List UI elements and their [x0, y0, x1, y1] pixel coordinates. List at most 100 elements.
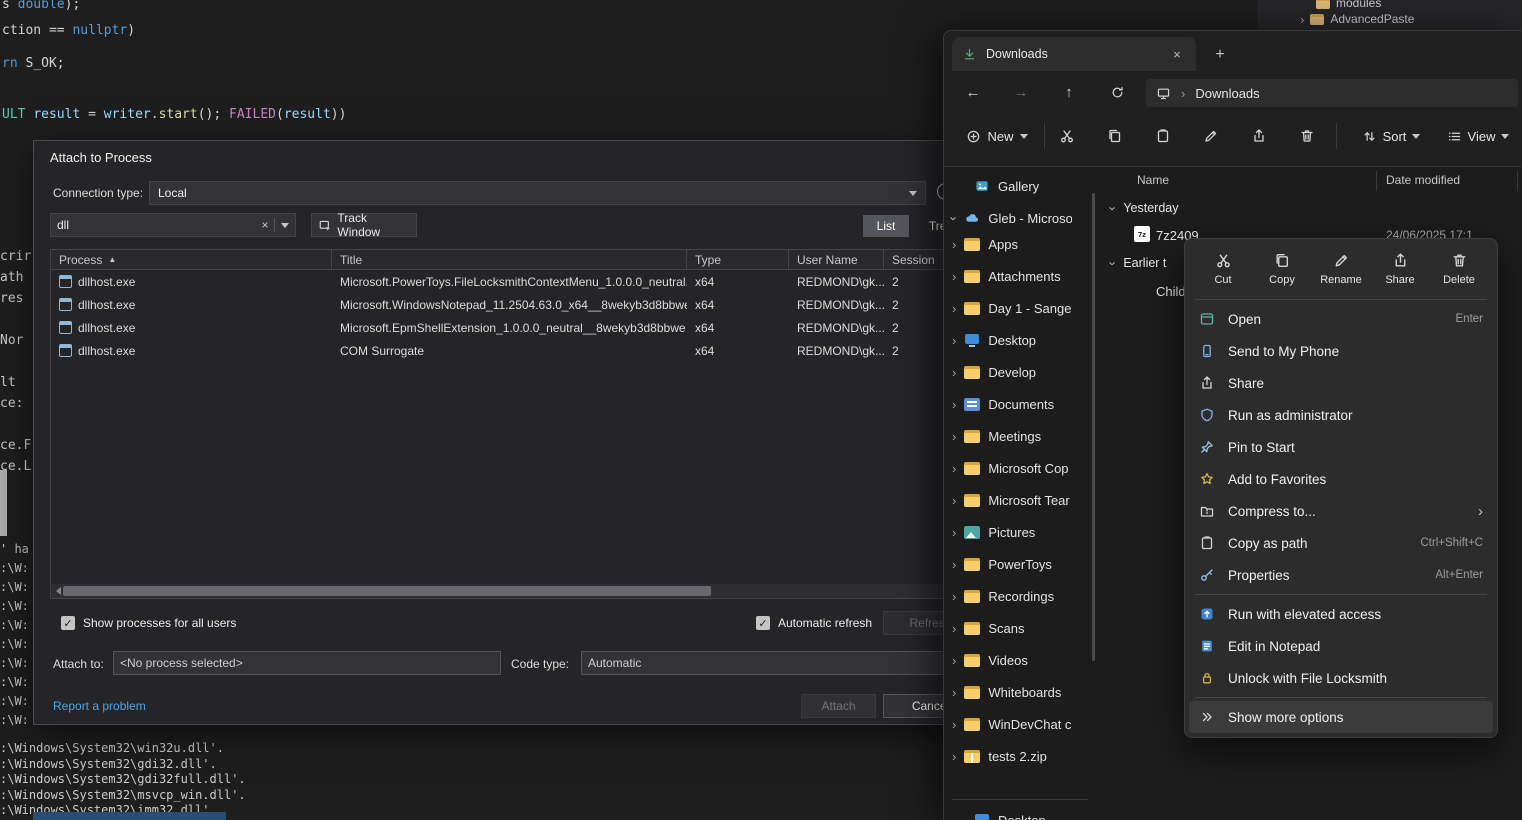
- quick-share-button[interactable]: Share: [1372, 248, 1428, 290]
- sidebar-folder-item[interactable]: › Whiteboards: [952, 676, 1094, 708]
- filter-dropdown-button[interactable]: [275, 223, 295, 228]
- menu-item-send-to-phone[interactable]: Send to My Phone: [1185, 335, 1497, 367]
- shield-icon: [1199, 407, 1215, 423]
- column-header-title[interactable]: Title: [332, 250, 687, 269]
- report-problem-link[interactable]: Report a problem: [53, 699, 146, 713]
- show-all-users-checkbox[interactable]: ✓: [61, 616, 75, 630]
- sidebar-item-gallery[interactable]: Gallery: [952, 171, 1094, 201]
- sidebar-folder-item[interactable]: › Meetings: [952, 420, 1094, 452]
- refresh-button[interactable]: [1102, 77, 1132, 107]
- sidebar-folder-item[interactable]: › Microsoft Tear: [952, 484, 1094, 516]
- sidebar-folder-item[interactable]: › Microsoft Cop: [952, 452, 1094, 484]
- menu-item-show-more-options[interactable]: Show more options: [1189, 701, 1493, 733]
- process-filter-input[interactable]: [51, 218, 256, 232]
- cut-icon: [1059, 128, 1075, 144]
- sidebar-folder-item[interactable]: › WinDevChat c: [952, 708, 1094, 740]
- column-header-user[interactable]: User Name: [789, 250, 884, 269]
- paste-button[interactable]: [1148, 121, 1178, 151]
- quick-cut-button[interactable]: Cut: [1195, 248, 1251, 290]
- chevron-right-icon: ›: [952, 622, 956, 635]
- track-window-button[interactable]: Track Window: [311, 213, 417, 237]
- chevron-right-icon: ›: [952, 686, 956, 699]
- column-divider[interactable]: [1376, 171, 1377, 191]
- group-earlier[interactable]: › Earlier t: [1111, 256, 1166, 270]
- sidebar-folder-item[interactable]: › Scans: [952, 612, 1094, 644]
- chevron-right-icon: ›: [952, 654, 956, 667]
- forward-button[interactable]: →: [1006, 77, 1036, 107]
- quick-copy-button[interactable]: Copy: [1254, 248, 1310, 290]
- pin-icon: [1199, 439, 1215, 455]
- column-header-process[interactable]: Process ▲: [51, 250, 332, 269]
- group-yesterday[interactable]: › Yesterday: [1111, 201, 1178, 215]
- sidebar-folder-item[interactable]: › Apps: [952, 228, 1094, 260]
- menu-item-add-to-favorites[interactable]: Add to Favorites: [1185, 463, 1497, 495]
- attach-button[interactable]: Attach: [801, 694, 876, 718]
- sidebar-folder-item[interactable]: › Pictures: [952, 516, 1094, 548]
- rename-button[interactable]: [1196, 121, 1226, 151]
- folder-icon: [964, 590, 980, 603]
- view-button[interactable]: View: [1438, 121, 1518, 151]
- up-button[interactable]: ↑: [1054, 77, 1084, 107]
- sidebar-folder-item[interactable]: › Documents: [952, 388, 1094, 420]
- menu-item-compress-to[interactable]: Compress to... ›: [1185, 495, 1497, 527]
- tree-item-advancedpaste[interactable]: › AdvancedPaste: [1300, 11, 1414, 27]
- auto-refresh-checkbox[interactable]: ✓: [756, 616, 770, 630]
- menu-item-edit-in-notepad[interactable]: Edit in Notepad: [1185, 630, 1497, 662]
- column-header-name[interactable]: Name: [1137, 173, 1169, 187]
- sort-button[interactable]: Sort: [1354, 121, 1428, 151]
- sidebar-folder-item[interactable]: › Desktop: [952, 324, 1094, 356]
- list-view-toggle[interactable]: List: [863, 215, 909, 237]
- column-header-date-modified[interactable]: Date modified: [1386, 173, 1460, 187]
- sidebar-folder-item[interactable]: › Videos: [952, 644, 1094, 676]
- folder-icon: [964, 398, 980, 411]
- code-type-field[interactable]: [581, 651, 964, 675]
- quick-rename-button[interactable]: Rename: [1313, 248, 1369, 290]
- clear-filter-icon[interactable]: ×: [256, 218, 274, 232]
- sidebar-folder-item[interactable]: › Develop: [952, 356, 1094, 388]
- process-row[interactable]: dllhost.exe COM Surrogate x64 REDMOND\gk…: [51, 339, 963, 362]
- sidebar-folder-item[interactable]: › Recordings: [952, 580, 1094, 612]
- scrollbar-thumb[interactable]: [63, 586, 711, 596]
- new-button[interactable]: New: [958, 121, 1036, 151]
- sidebar-item-desktop-pinned[interactable]: Desktop: [952, 805, 1094, 820]
- column-divider[interactable]: [1517, 171, 1518, 191]
- horizontal-scrollbar[interactable]: [51, 584, 963, 598]
- cut-button[interactable]: [1052, 121, 1082, 151]
- quick-delete-button[interactable]: Delete: [1431, 248, 1487, 290]
- menu-item-unlock-file-locksmith[interactable]: Unlock with File Locksmith: [1185, 662, 1497, 694]
- column-header-type[interactable]: Type: [687, 250, 789, 269]
- tree-item-modules[interactable]: modules: [1316, 0, 1381, 11]
- chevron-down-icon: [1412, 134, 1420, 139]
- submenu-chevron-icon: ›: [1478, 504, 1483, 519]
- sort-icon: [1362, 129, 1377, 144]
- address-bar[interactable]: › Downloads: [1146, 79, 1518, 107]
- menu-item-properties[interactable]: Properties Alt+Enter: [1185, 559, 1497, 591]
- show-more-icon: [1199, 709, 1215, 725]
- share-button[interactable]: [1244, 121, 1274, 151]
- menu-item-run-elevated[interactable]: Run with elevated access: [1185, 598, 1497, 630]
- copy-button[interactable]: [1100, 121, 1130, 151]
- back-button[interactable]: ←: [958, 77, 988, 107]
- sidebar-folder-item[interactable]: › PowerToys: [952, 548, 1094, 580]
- new-tab-button[interactable]: +: [1208, 43, 1232, 67]
- connection-type-dropdown[interactable]: Local: [149, 181, 926, 205]
- sidebar-scrollbar[interactable]: [1092, 193, 1095, 661]
- menu-item-pin-to-start[interactable]: Pin to Start: [1185, 431, 1497, 463]
- menu-item-open[interactable]: Open Enter: [1185, 303, 1497, 335]
- attach-to-field[interactable]: [113, 651, 501, 675]
- menu-item-share[interactable]: Share: [1185, 367, 1497, 399]
- menu-item-copy-as-path[interactable]: Copy as path Ctrl+Shift+C: [1185, 527, 1497, 559]
- process-row[interactable]: dllhost.exe Microsoft.WindowsNotepad_11.…: [51, 293, 963, 316]
- tab-downloads[interactable]: Downloads ×: [952, 37, 1196, 71]
- menu-item-run-as-administrator[interactable]: Run as administrator: [1185, 399, 1497, 431]
- close-tab-icon[interactable]: ×: [1168, 47, 1186, 62]
- sidebar-folder-item[interactable]: › Day 1 - Sangee: [952, 292, 1094, 324]
- sidebar-folder-item[interactable]: › tests 2.zip: [952, 740, 1094, 772]
- sidebar-folder-item[interactable]: › Attachments: [952, 260, 1094, 292]
- process-row[interactable]: dllhost.exe Microsoft.EpmShellExtension_…: [51, 316, 963, 339]
- process-table-header: Process ▲ Title Type User Name Session: [51, 250, 963, 270]
- show-all-users-label: Show processes for all users: [83, 616, 236, 630]
- refresh-icon: [1110, 85, 1125, 100]
- process-row[interactable]: dllhost.exe Microsoft.PowerToys.FileLock…: [51, 270, 963, 293]
- delete-button[interactable]: [1292, 121, 1322, 151]
